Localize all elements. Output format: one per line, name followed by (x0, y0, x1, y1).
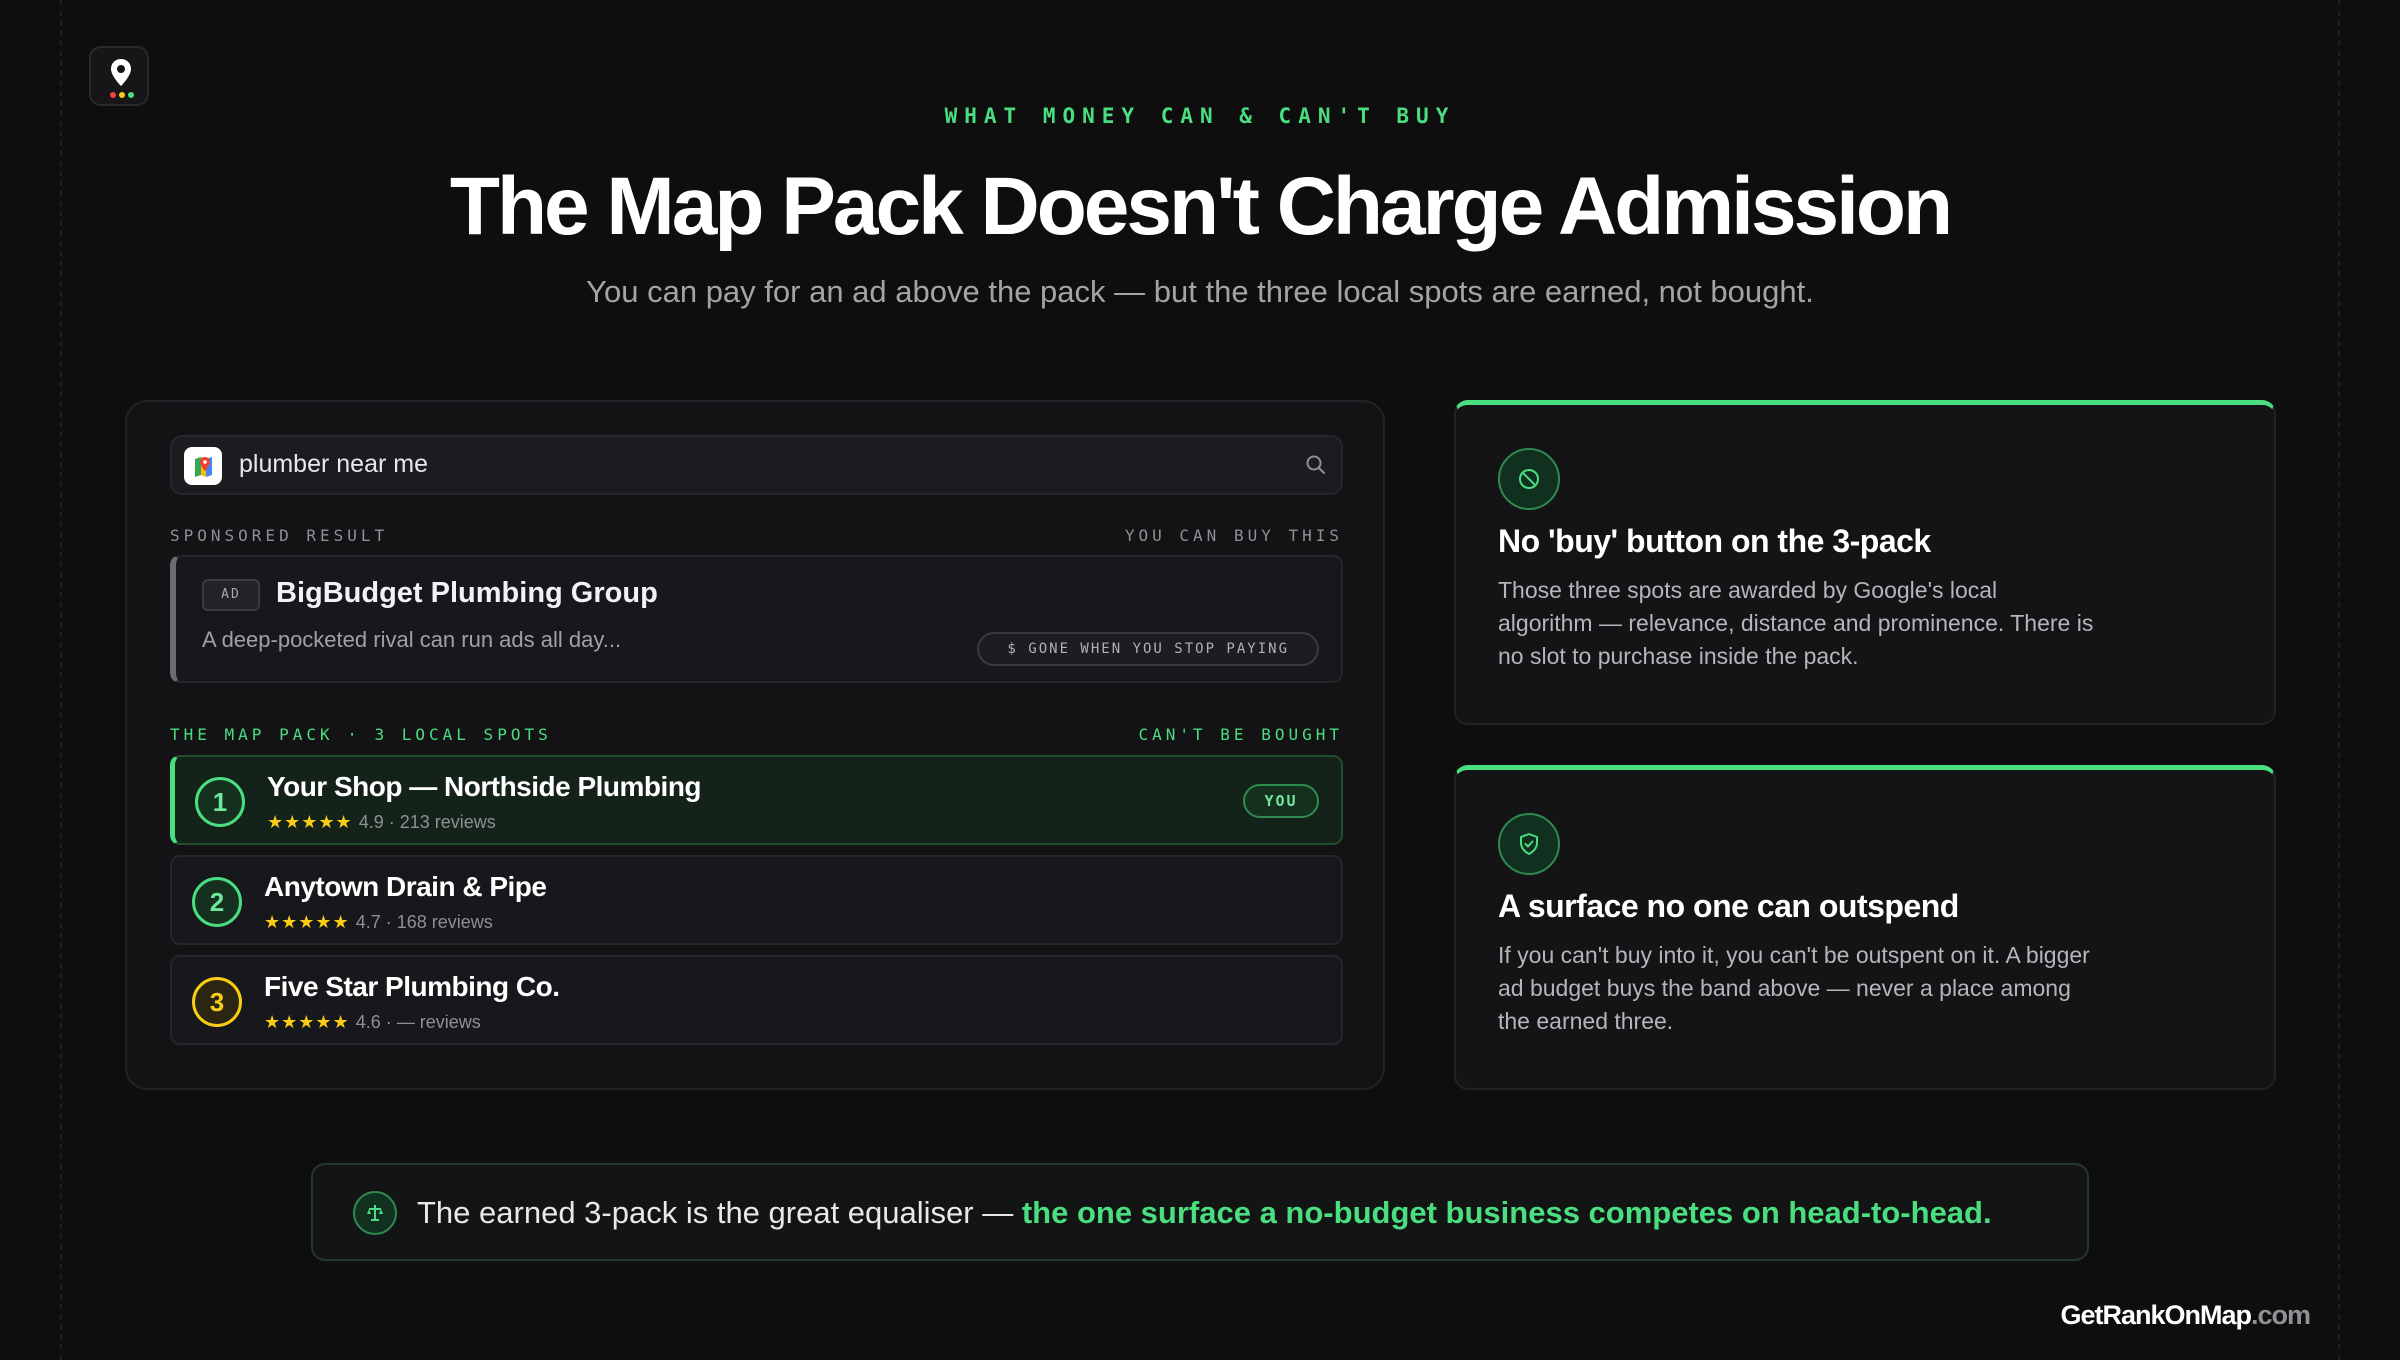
sponsored-result[interactable]: AD BigBudget Plumbing Group A deep-pocke… (170, 555, 1343, 683)
rating-meta: ★★★★★ 4.7 · 168 reviews (264, 912, 493, 933)
card-body: Those three spots are awarded by Google'… (1498, 577, 2094, 669)
card-title: A surface no one can outspend (1498, 888, 1959, 924)
card-title: No 'buy' button on the 3-pack (1498, 523, 1931, 559)
rank-badge: 2 (192, 877, 242, 927)
map-pin-icon (111, 59, 131, 86)
logo-dots (110, 92, 134, 98)
map-pack-label: THE MAP PACK · 3 LOCAL SPOTS (170, 725, 552, 744)
banner-highlight: the one surface a no-budget business com… (1021, 1195, 1992, 1230)
balance-icon (353, 1191, 397, 1235)
map-pack-right-label: CAN'T BE BOUGHT (1138, 725, 1343, 744)
page-title: The Map Pack Doesn't Charge Admission (449, 161, 1953, 252)
card-body: If you can't buy into it, you can't be o… (1498, 942, 2090, 1034)
star-rating-icon: ★★★★★ (267, 812, 353, 832)
map-pack-spot-3[interactable]: 3 Five Star Plumbing Co. ★★★★★ 4.6 · — re… (170, 955, 1343, 1045)
rating-text: 4.9 · 213 reviews (358, 812, 496, 832)
shield-check-icon (1498, 813, 1560, 875)
rating-meta: ★★★★★ 4.6 · — reviews (264, 1012, 481, 1033)
sponsored-right-label: YOU CAN BUY THIS (1124, 526, 1343, 545)
search-results-panel: plumber near me SPONSORED RESULT YOU CAN… (125, 400, 1385, 1090)
rating-text: 4.6 · — reviews (355, 1012, 481, 1032)
ad-status-pill: $ GONE WHEN YOU STOP PAYING (977, 632, 1319, 666)
ban-icon (1498, 448, 1560, 510)
you-badge: YOU (1243, 784, 1319, 818)
page-subtitle: You can pay for an ad above the pack — b… (586, 274, 1814, 309)
search-icon[interactable] (1305, 454, 1327, 476)
brand-domain: .com (2250, 1300, 2311, 1330)
brand-name: GetRankOnMap (2060, 1300, 2252, 1330)
card-no-buy-button: No 'buy' button on the 3-pack Those thre… (1454, 400, 2276, 725)
ad-description: A deep-pocketed rival can run ads all da… (202, 627, 622, 652)
brand-wordmark: GetRankOnMap.com (2060, 1300, 2311, 1331)
map-pack-spot-1[interactable]: 1 Your Shop — Northside Plumbing ★★★★★ 4.… (170, 755, 1343, 845)
bottom-banner: The earned 3-pack is the great equaliser… (311, 1163, 2089, 1261)
rank-badge: 1 (195, 777, 245, 827)
ad-tag: AD (202, 579, 260, 611)
business-name: Five Star Plumbing Co. (264, 971, 560, 1002)
star-rating-icon: ★★★★★ (264, 912, 350, 932)
logo-badge (89, 46, 149, 106)
business-name: Your Shop — Northside Plumbing (267, 771, 702, 802)
banner-text: The earned 3-pack is the great equaliser… (417, 1195, 1992, 1231)
eyebrow: WHAT MONEY CAN & CAN'T BUY (944, 104, 1456, 128)
search-bar[interactable]: plumber near me (170, 435, 1343, 495)
google-maps-icon (184, 447, 222, 485)
business-name: Anytown Drain & Pipe (264, 871, 547, 902)
star-rating-icon: ★★★★★ (264, 1012, 350, 1032)
card-surface-no-outspend: A surface no one can outspend If you can… (1454, 765, 2276, 1090)
map-pack-spot-2[interactable]: 2 Anytown Drain & Pipe ★★★★★ 4.7 · 168 re… (170, 855, 1343, 945)
sponsored-label: SPONSORED RESULT (170, 526, 389, 545)
rating-meta: ★★★★★ 4.9 · 213 reviews (267, 812, 496, 833)
rating-text: 4.7 · 168 reviews (355, 912, 493, 932)
search-query: plumber near me (239, 450, 428, 478)
banner-lead: The earned 3-pack is the great equaliser… (417, 1195, 1022, 1230)
ad-business-name: BigBudget Plumbing Group (276, 577, 658, 609)
rank-badge: 3 (192, 977, 242, 1027)
